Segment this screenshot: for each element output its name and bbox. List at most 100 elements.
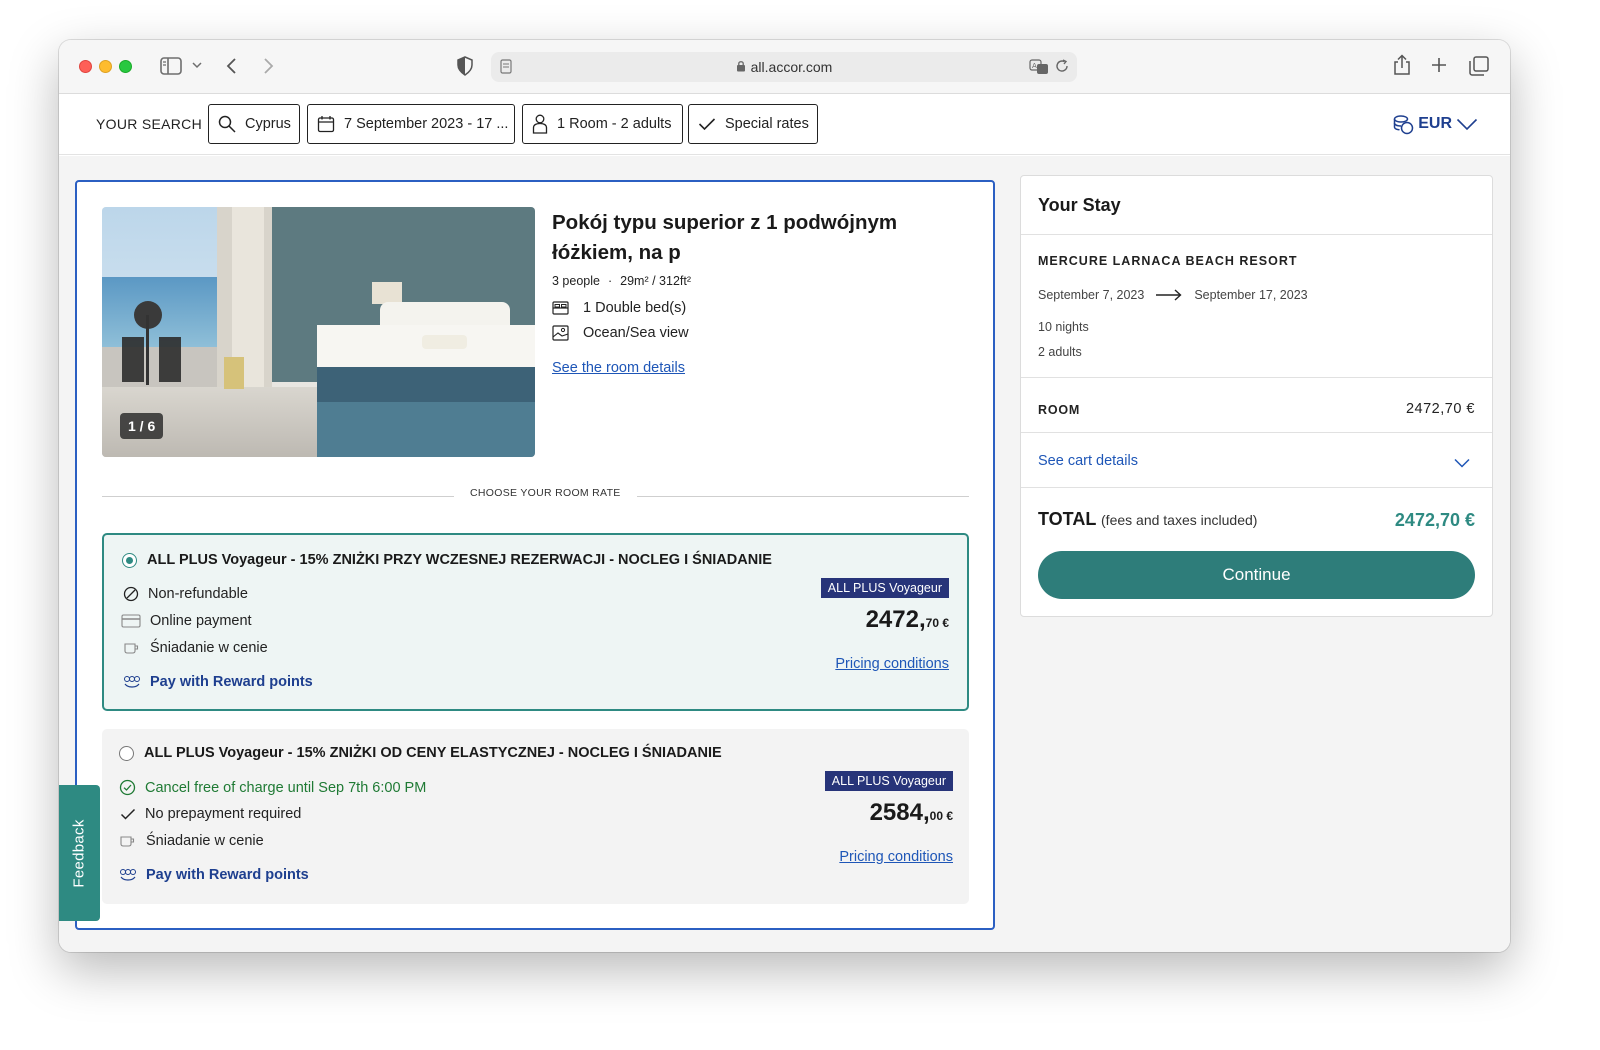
price-cents: 70 € [925, 616, 949, 630]
stay-dates: September 7, 2023 September 17, 2023 [1038, 288, 1308, 302]
reward-points-link[interactable]: Pay with Reward points [123, 674, 313, 690]
currency-selector[interactable]: EUR [1388, 113, 1482, 135]
choose-rate-label: CHOOSE YOUR ROOM RATE [454, 487, 637, 499]
room-meta: 3 people · 29m² / 312ft² [552, 274, 691, 288]
special-rates-chip[interactable]: Special rates [688, 104, 818, 144]
minimize-window-button[interactable] [99, 60, 112, 73]
rate-condition: Non-refundable [123, 586, 248, 602]
total-note: (fees and taxes included) [1101, 512, 1258, 528]
forward-arrow-icon[interactable] [263, 57, 275, 75]
coffee-cup-icon [120, 836, 135, 847]
rate-price: 2584,00 € [870, 799, 953, 827]
rate-condition: Cancel free of charge until Sep 7th 6:00… [119, 779, 426, 796]
close-window-button[interactable] [79, 60, 92, 73]
new-tab-plus-icon[interactable] [1431, 57, 1447, 73]
calendar-icon [317, 116, 335, 133]
dates-chip[interactable]: 7 September 2023 - 17 ... [307, 104, 515, 144]
dates-text: 7 September 2023 - 17 ... [344, 116, 509, 132]
room-capacity: 3 people [552, 274, 600, 288]
tabs-overview-icon[interactable] [1469, 56, 1489, 76]
arrow-right-icon [1156, 289, 1182, 301]
rate-radio-unselected[interactable] [119, 746, 134, 761]
destination-chip[interactable]: Cyprus [208, 104, 300, 144]
total-label-text: TOTAL [1038, 509, 1096, 529]
check-circle-icon [119, 779, 136, 796]
pricing-conditions-link[interactable]: Pricing conditions [835, 656, 949, 672]
cart-details-link[interactable]: See cart details [1038, 453, 1138, 469]
browser-toolbar: all.accor.com A [59, 40, 1510, 94]
sidebar-toggle-icon[interactable] [160, 57, 182, 75]
reload-icon[interactable] [1055, 59, 1069, 76]
coins-icon [1393, 115, 1414, 135]
room-details-link[interactable]: See the room details [552, 360, 685, 376]
stay-divider [1021, 377, 1492, 378]
zoom-window-button[interactable] [119, 60, 132, 73]
room-image [102, 207, 535, 457]
share-icon[interactable] [1393, 54, 1411, 76]
search-icon [218, 115, 236, 133]
pricing-conditions-link[interactable]: Pricing conditions [839, 849, 953, 865]
stay-divider [1021, 487, 1492, 488]
continue-button[interactable]: Continue [1038, 551, 1475, 599]
condition-text: Cancel free of charge until Sep 7th 6:00… [145, 779, 427, 796]
special-rates-text: Special rates [725, 116, 809, 132]
reward-text: Pay with Reward points [146, 867, 309, 883]
rate-title: ALL PLUS Voyageur - 15% ZNIŻKI PRZY WCZE… [147, 552, 772, 568]
address-bar[interactable]: all.accor.com A [491, 52, 1077, 82]
your-search-label: YOUR SEARCH [96, 116, 202, 132]
guests-chip[interactable]: 1 Room - 2 adults [522, 104, 683, 144]
destination-text: Cyprus [245, 116, 291, 132]
stay-heading: Your Stay [1038, 195, 1121, 215]
reward-text: Pay with Reward points [150, 674, 313, 690]
rate-option-1[interactable]: ALL PLUS Voyageur - 15% ZNIŻKI PRZY WCZE… [102, 533, 969, 711]
room-price-label: ROOM [1038, 403, 1081, 417]
reward-points-link[interactable]: Pay with Reward points [119, 867, 309, 883]
total-value: 2472,70 € [1394, 510, 1475, 530]
feedback-tab[interactable]: Feedback [59, 785, 100, 921]
photo-counter: 1 / 6 [120, 413, 164, 439]
loyalty-badge: ALL PLUS Voyageur [820, 578, 949, 598]
room-price-value: 2472,70 € [1405, 401, 1475, 417]
coffee-cup-icon [124, 643, 139, 654]
price-cents: 00 € [929, 809, 953, 823]
hotel-name: MERCURE LARNACA BEACH RESORT [1038, 254, 1298, 268]
payment-text: Online payment [150, 613, 252, 629]
page-icon [500, 59, 512, 77]
currency-text: EUR [1418, 115, 1452, 132]
total-label: TOTAL (fees and taxes included) [1038, 509, 1257, 530]
breakfast-text: Śniadanie w cenie [146, 833, 264, 849]
stay-summary: Your Stay MERCURE LARNACA BEACH RESORT S… [1020, 175, 1493, 617]
view-text: Ocean/Sea view [583, 325, 689, 341]
rate-option-2[interactable]: ALL PLUS Voyageur - 15% ZNIŻKI OD CENY E… [102, 729, 969, 904]
landscape-icon [552, 325, 569, 341]
room-size: 29m² / 312ft² [620, 274, 692, 288]
url-text: all.accor.com [750, 59, 833, 75]
bed-icon [552, 301, 569, 315]
main-content: 1 / 6 Pokój typu superior z 1 podwójnym … [59, 156, 1510, 952]
privacy-shield-icon[interactable] [457, 56, 473, 76]
chevron-down-icon[interactable] [192, 61, 202, 69]
translate-icon[interactable]: A [1029, 59, 1049, 78]
checkmark-icon [698, 118, 716, 131]
rate-radio-selected[interactable] [122, 553, 137, 568]
reward-points-icon [120, 869, 136, 881]
room-card: 1 / 6 Pokój typu superior z 1 podwójnym … [75, 180, 995, 930]
svg-text:A: A [1032, 62, 1037, 70]
nights-count: 10 nights [1038, 320, 1089, 334]
back-arrow-icon[interactable] [225, 57, 237, 75]
rate-price: 2472,70 € [866, 606, 949, 634]
person-icon [532, 114, 548, 134]
stay-divider [1021, 234, 1492, 235]
bed-text: 1 Double bed(s) [583, 300, 687, 316]
condition-text: Non-refundable [148, 586, 248, 602]
room-title: Pokój typu superior z 1 podwójnym łóżkie… [552, 211, 898, 264]
rate-breakfast: Śniadanie w cenie [123, 640, 268, 656]
meta-separator: · [607, 274, 613, 288]
bed-feature: 1 Double bed(s) [552, 300, 686, 316]
room-photo[interactable]: 1 / 6 [102, 207, 535, 457]
price-main: 2584, [869, 799, 930, 826]
search-summary-bar: YOUR SEARCH Cyprus 7 September 2023 - 17… [59, 95, 1510, 155]
chevron-down-icon[interactable] [1454, 455, 1470, 473]
checkmark-icon [120, 808, 136, 820]
checkout-date: September 17, 2023 [1194, 288, 1308, 302]
